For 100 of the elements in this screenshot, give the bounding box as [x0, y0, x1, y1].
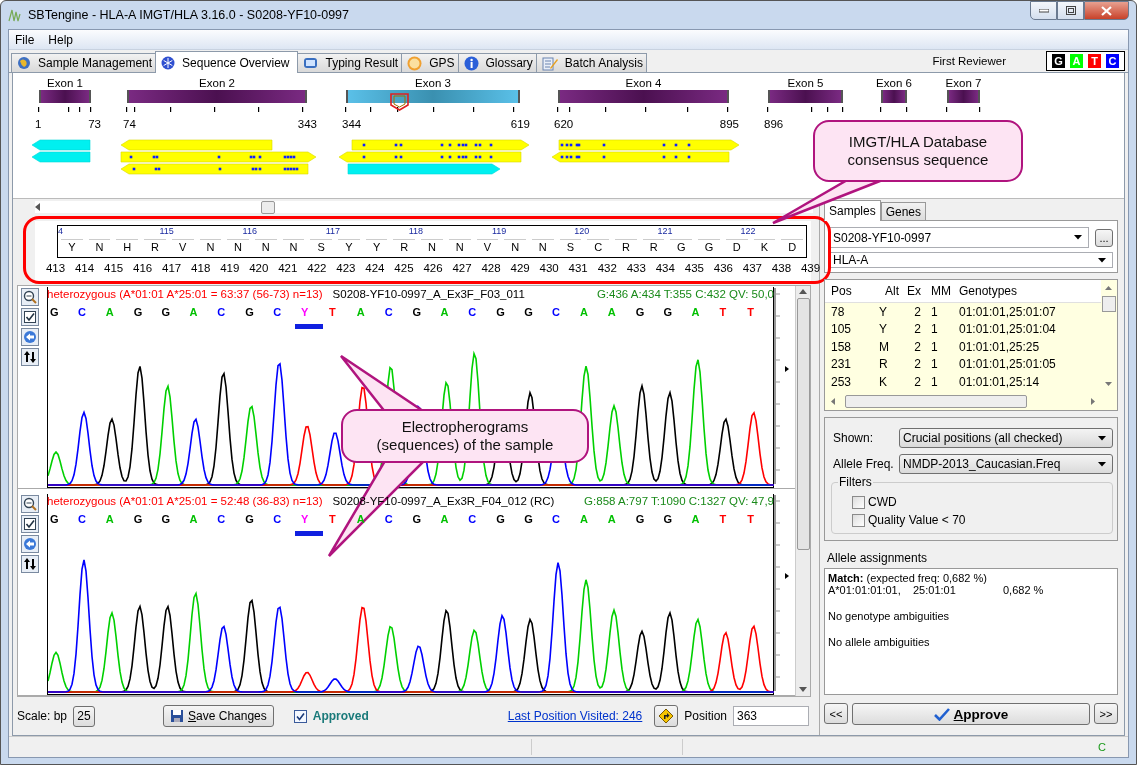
position-field[interactable]: 363: [733, 706, 809, 726]
save-changes-button[interactable]: Save Changes: [163, 705, 274, 727]
scroll-thumb[interactable]: [1101, 296, 1116, 312]
position-number: 439: [799, 262, 822, 274]
menu-item[interactable]: File: [15, 32, 35, 47]
amino-acid: G: [670, 239, 693, 255]
approve-button[interactable]: Approve: [852, 703, 1090, 725]
zoom-out-button[interactable]: [21, 288, 39, 306]
base-call: T: [747, 512, 754, 525]
horizontal-scrollbar[interactable]: [35, 201, 813, 213]
position-number: 424: [364, 262, 386, 274]
exon-bar[interactable]: [947, 90, 980, 103]
allele-freq-label: Allele Freq.: [833, 457, 895, 471]
tick-marks: [946, 107, 981, 113]
codon-number: 120: [573, 226, 590, 238]
vertical-scrollbar[interactable]: [795, 286, 810, 696]
match-summary: Match: (expected freq: 0,682 %): [828, 572, 988, 584]
zoom-out-button[interactable]: [21, 495, 39, 513]
tab[interactable]: Sequence Overview: [155, 51, 299, 73]
scroll-thumb[interactable]: [796, 298, 810, 550]
table-cell-text: 2: [913, 339, 922, 354]
exon-bar[interactable]: [127, 90, 307, 103]
go-to-position-button[interactable]: [654, 705, 679, 727]
gene-dropdown[interactable]: HLA-A: [829, 252, 1113, 268]
amino-acid: G: [698, 239, 720, 255]
column-header[interactable]: Genotypes: [959, 284, 1101, 298]
sample-dropdown[interactable]: S0208-YF10-0997: [829, 227, 1089, 248]
position-number: 429: [509, 262, 531, 274]
info-icon: [463, 55, 479, 71]
exon-bar[interactable]: [768, 90, 843, 103]
base-call: Y: [301, 305, 309, 318]
column-header[interactable]: Ex: [901, 284, 927, 298]
tab[interactable]: Genes: [880, 202, 927, 220]
table-cell-text: 01:01:01,25:01:07: [959, 304, 1057, 319]
approved-checkbox[interactable]: [293, 709, 307, 723]
check-button[interactable]: [21, 308, 39, 326]
base-call: G: [524, 512, 533, 525]
left-arrow-icon: [23, 537, 37, 551]
snowflake-icon: [161, 55, 176, 70]
table-cell-text: 2: [913, 304, 922, 319]
tab[interactable]: Glossary: [457, 53, 537, 72]
exon-bar[interactable]: [558, 90, 729, 103]
exon-end: 895: [719, 118, 739, 130]
tab[interactable]: Batch Analysis: [535, 53, 647, 72]
filter-checkbox[interactable]: [852, 495, 865, 509]
table-cell-text: 105: [831, 322, 853, 337]
close-button[interactable]: [1084, 1, 1129, 20]
check-button[interactable]: [21, 515, 39, 533]
base-call: Y: [301, 512, 309, 525]
match-result: 25:01:01: [913, 584, 957, 596]
filter-checkbox[interactable]: [852, 513, 865, 527]
filter-label: CWD: [868, 495, 897, 509]
dropdown-arrow-icon: [1074, 235, 1082, 240]
position-number: 421: [277, 262, 299, 274]
checkmark-icon: [933, 707, 950, 721]
exon-label: Exon 2: [199, 77, 235, 89]
table-cell-text: 253: [831, 374, 853, 389]
scale-button[interactable]: 25: [73, 705, 96, 727]
base-color-key: A: [1070, 54, 1083, 68]
tab[interactable]: Samples: [824, 200, 881, 221]
minimize-button[interactable]: [1030, 1, 1057, 20]
browse-button[interactable]: ...: [1095, 228, 1113, 247]
swap-button[interactable]: [21, 348, 39, 366]
base-call: G: [412, 305, 422, 318]
column-header[interactable]: MM: [927, 284, 959, 298]
exon-bar[interactable]: [881, 90, 907, 103]
position-number: 436: [712, 262, 734, 274]
amino-acid: H: [116, 239, 139, 255]
exon-bar[interactable]: [39, 90, 91, 103]
read-arrow: [31, 139, 91, 151]
base-call: C: [552, 305, 560, 318]
column-header[interactable]: Pos: [831, 284, 871, 298]
amino-acid: R: [615, 239, 637, 255]
swap-button[interactable]: [21, 555, 39, 573]
amino-acid: N: [504, 239, 526, 255]
codon-number: 117: [324, 226, 341, 238]
base-call: C: [77, 512, 86, 525]
last-position-link[interactable]: Last Position Visited: 246: [507, 709, 643, 723]
maximize-button[interactable]: [1057, 1, 1084, 20]
previous-button[interactable]: <<: [824, 703, 848, 724]
exon-label: Exon 5: [787, 77, 824, 89]
scroll-thumb[interactable]: [261, 200, 275, 214]
base-call: C: [384, 305, 393, 318]
scroll-thumb[interactable]: [845, 394, 1027, 408]
allele-freq-dropdown[interactable]: NMDP-2013_Caucasian.Freq: [899, 454, 1113, 474]
shown-dropdown[interactable]: Crucial positions (all checked): [899, 428, 1113, 448]
next-button[interactable]: >>: [1094, 703, 1118, 724]
back-button[interactable]: [21, 535, 39, 553]
base-call: C: [273, 305, 282, 318]
tab[interactable]: Sample Management: [11, 53, 157, 72]
base-call: G: [50, 305, 59, 318]
exon-bar[interactable]: [346, 90, 520, 103]
amino-acid: Y: [365, 239, 388, 255]
tab[interactable]: Typing Result: [297, 53, 403, 72]
tab[interactable]: GPS: [401, 53, 459, 72]
tick-marks: [38, 107, 92, 113]
column-header[interactable]: Alt: [871, 284, 901, 298]
menu-item[interactable]: Help: [48, 32, 74, 47]
base-call: G: [524, 305, 533, 318]
back-button[interactable]: [21, 328, 39, 346]
